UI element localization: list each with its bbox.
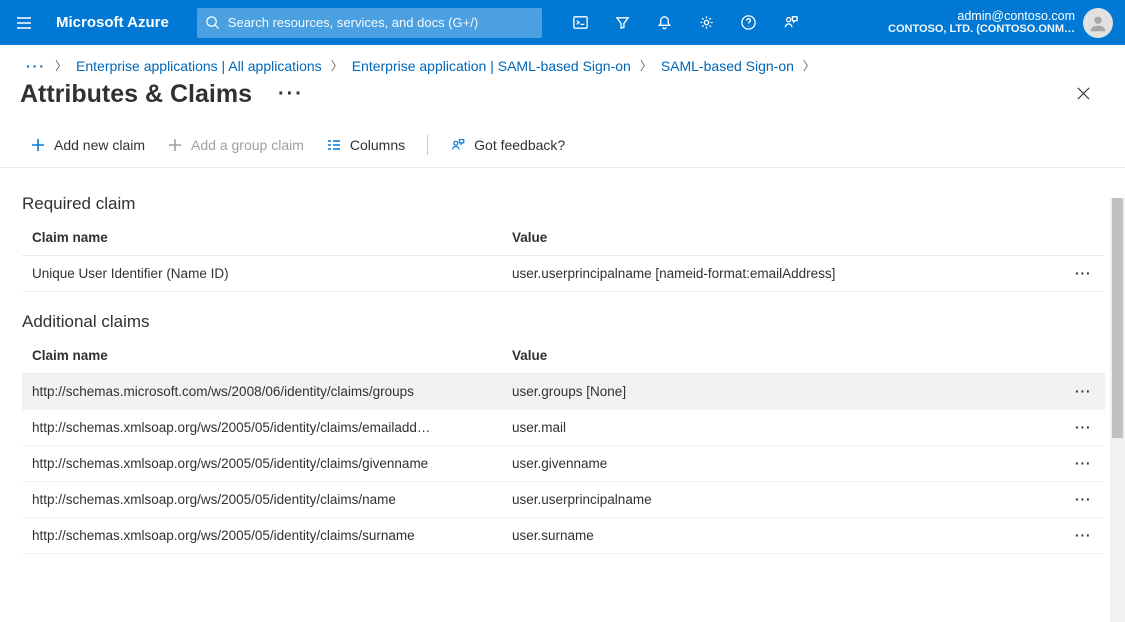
add-new-claim-button[interactable]: Add new claim <box>30 137 145 153</box>
additional-claims-table: Claim name Value http://schemas.microsof… <box>22 338 1105 554</box>
claim-value-cell: user.userprincipalname [nameid-format:em… <box>502 256 1065 292</box>
directories-button[interactable] <box>602 3 644 43</box>
claim-name-cell: http://schemas.xmlsoap.org/ws/2005/05/id… <box>22 410 502 446</box>
avatar-icon <box>1087 12 1109 34</box>
table-row[interactable]: http://schemas.xmlsoap.org/ws/2005/05/id… <box>22 482 1105 518</box>
claim-value-cell: user.surname <box>502 518 1065 554</box>
account-text: admin@contoso.com CONTOSO, LTD. (CONTOSO… <box>888 9 1075 36</box>
gear-icon <box>698 14 715 31</box>
breadcrumb-link-3[interactable]: SAML-based Sign-on <box>661 58 794 74</box>
chevron-right-icon: 〉 <box>640 57 652 74</box>
claim-name-cell: Unique User Identifier (Name ID) <box>22 256 502 292</box>
table-row[interactable]: http://schemas.microsoft.com/ws/2008/06/… <box>22 374 1105 410</box>
hamburger-icon <box>15 14 33 32</box>
search-placeholder: Search resources, services, and docs (G+… <box>228 15 478 30</box>
claim-name-cell: http://schemas.xmlsoap.org/ws/2005/05/id… <box>22 446 502 482</box>
menu-toggle[interactable] <box>6 5 42 41</box>
account-area[interactable]: admin@contoso.com CONTOSO, LTD. (CONTOSO… <box>888 8 1119 38</box>
required-claim-table: Claim name Value Unique User Identifier … <box>22 220 1105 292</box>
feedback-label: Got feedback? <box>474 137 565 153</box>
filter-icon <box>614 14 631 31</box>
add-group-claim-label: Add a group claim <box>191 137 304 153</box>
breadcrumb-link-2[interactable]: Enterprise application | SAML-based Sign… <box>352 58 631 74</box>
row-context-menu[interactable]: ··· <box>1065 256 1105 292</box>
row-context-menu[interactable]: ··· <box>1065 482 1105 518</box>
breadcrumb-overflow[interactable]: ··· <box>26 58 46 74</box>
command-bar: Add new claim Add a group claim Columns … <box>0 113 1125 168</box>
row-context-menu[interactable]: ··· <box>1065 410 1105 446</box>
title-more-button[interactable]: ··· <box>278 83 304 106</box>
chevron-right-icon: 〉 <box>55 57 67 74</box>
row-context-menu[interactable]: ··· <box>1065 374 1105 410</box>
close-blade-button[interactable] <box>1076 86 1091 104</box>
feedback-top-button[interactable] <box>770 3 812 43</box>
toolbar-divider <box>427 135 428 155</box>
feedback-button[interactable]: Got feedback? <box>450 137 565 153</box>
claim-value-cell: user.userprincipalname <box>502 482 1065 518</box>
claim-value-cell: user.mail <box>502 410 1065 446</box>
close-icon <box>1076 86 1091 101</box>
page-title: Attributes & Claims <box>20 80 252 109</box>
account-email: admin@contoso.com <box>888 9 1075 23</box>
table-row[interactable]: Unique User Identifier (Name ID)user.use… <box>22 256 1105 292</box>
col-header-claim-name[interactable]: Claim name <box>22 220 502 256</box>
additional-claims-heading: Additional claims <box>22 312 1105 332</box>
cloud-shell-icon <box>572 14 589 31</box>
columns-label: Columns <box>350 137 405 153</box>
help-icon <box>740 14 757 31</box>
scrollbar-thumb[interactable] <box>1112 198 1123 438</box>
claim-name-cell: http://schemas.xmlsoap.org/ws/2005/05/id… <box>22 482 502 518</box>
avatar <box>1083 8 1113 38</box>
bell-icon <box>656 14 673 31</box>
claim-value-cell: user.givenname <box>502 446 1065 482</box>
breadcrumb-link-1[interactable]: Enterprise applications | All applicatio… <box>76 58 322 74</box>
chevron-right-icon: 〉 <box>331 57 343 74</box>
col-header-value[interactable]: Value <box>502 338 1065 374</box>
plus-icon <box>30 137 46 153</box>
account-tenant: CONTOSO, LTD. (CONTOSO.ONM… <box>888 23 1075 36</box>
vertical-scrollbar[interactable] <box>1110 198 1125 622</box>
help-button[interactable] <box>728 3 770 43</box>
row-context-menu[interactable]: ··· <box>1065 446 1105 482</box>
required-claim-heading: Required claim <box>22 194 1105 214</box>
global-search[interactable]: Search resources, services, and docs (G+… <box>197 8 542 38</box>
col-header-claim-name[interactable]: Claim name <box>22 338 502 374</box>
notifications-button[interactable] <box>644 3 686 43</box>
add-group-claim-button: Add a group claim <box>167 137 304 153</box>
plus-icon <box>167 137 183 153</box>
chevron-right-icon: 〉 <box>803 57 815 74</box>
top-bar: Microsoft Azure Search resources, servic… <box>0 0 1125 45</box>
row-context-menu[interactable]: ··· <box>1065 518 1105 554</box>
col-header-value[interactable]: Value <box>502 220 1065 256</box>
person-feedback-icon <box>782 14 799 31</box>
claim-value-cell: user.groups [None] <box>502 374 1065 410</box>
table-row[interactable]: http://schemas.xmlsoap.org/ws/2005/05/id… <box>22 446 1105 482</box>
brand-label[interactable]: Microsoft Azure <box>56 14 169 31</box>
settings-button[interactable] <box>686 3 728 43</box>
claim-name-cell: http://schemas.microsoft.com/ws/2008/06/… <box>22 374 502 410</box>
cloud-shell-button[interactable] <box>560 3 602 43</box>
add-new-claim-label: Add new claim <box>54 137 145 153</box>
content-area: Required claim Claim name Value Unique U… <box>0 168 1125 603</box>
person-feedback-icon <box>450 137 466 153</box>
table-row[interactable]: http://schemas.xmlsoap.org/ws/2005/05/id… <box>22 518 1105 554</box>
columns-icon <box>326 137 342 153</box>
claim-name-cell: http://schemas.xmlsoap.org/ws/2005/05/id… <box>22 518 502 554</box>
table-row[interactable]: http://schemas.xmlsoap.org/ws/2005/05/id… <box>22 410 1105 446</box>
search-icon <box>205 15 220 30</box>
columns-button[interactable]: Columns <box>326 137 405 153</box>
top-icon-group <box>560 3 812 43</box>
title-bar: Attributes & Claims ··· <box>0 76 1125 113</box>
breadcrumb: ··· 〉 Enterprise applications | All appl… <box>0 45 1125 76</box>
